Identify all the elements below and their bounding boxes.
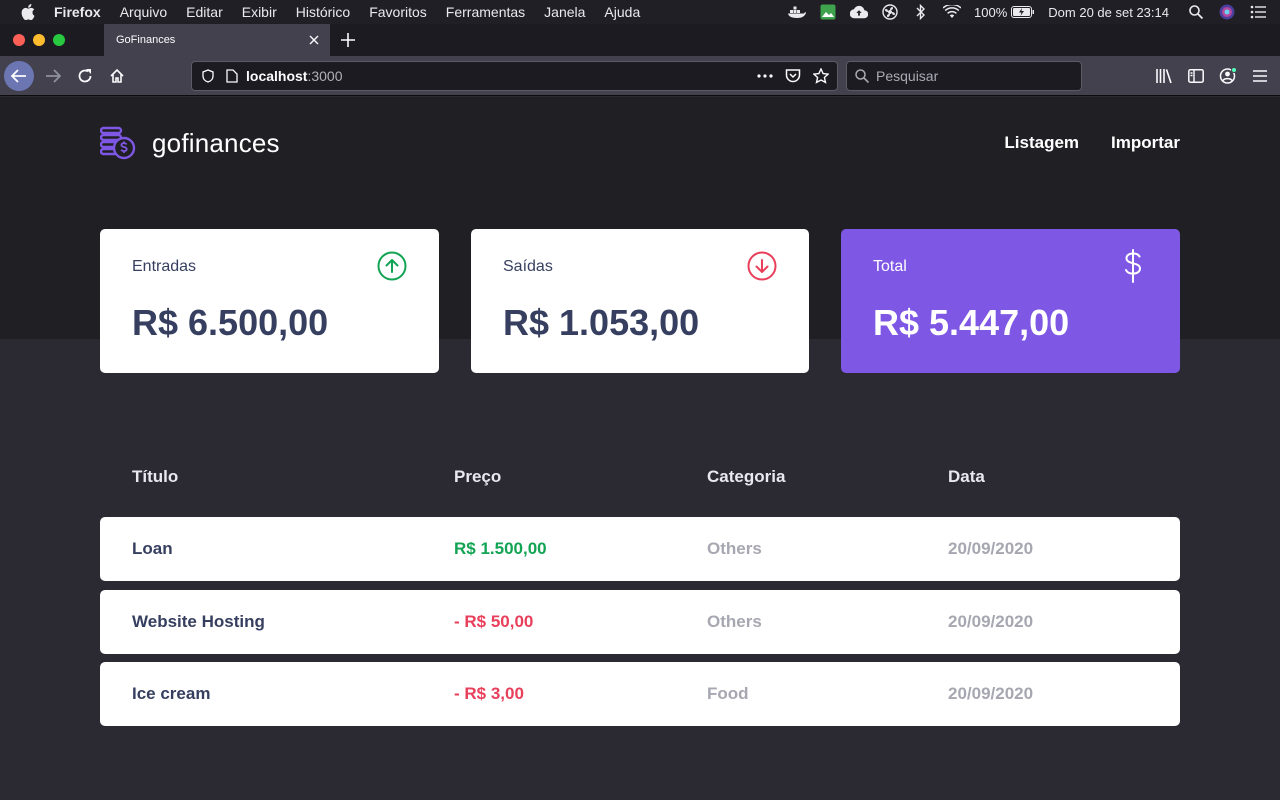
header-data: Data bbox=[948, 467, 985, 486]
bluetooth-icon[interactable] bbox=[912, 4, 930, 20]
row-price: R$ 1.500,00 bbox=[454, 539, 547, 558]
logo-wordmark: gofinances bbox=[152, 127, 280, 158]
arrow-down-circle-icon bbox=[747, 251, 777, 281]
battery-percent: 100% bbox=[974, 4, 1008, 20]
sidebar-icon[interactable] bbox=[1184, 64, 1208, 88]
table-row: Loan R$ 1.500,00 Others 20/09/2020 bbox=[100, 517, 1180, 581]
outcome-card: Saídas R$ 1.053,00 bbox=[471, 229, 809, 373]
app-menu-icon[interactable] bbox=[1248, 64, 1272, 88]
total-card-value: R$ 5.447,00 bbox=[873, 302, 1070, 343]
page-actions-icon[interactable] bbox=[755, 67, 775, 85]
row-price: - R$ 50,00 bbox=[454, 612, 534, 631]
header-preco: Preço bbox=[454, 467, 502, 486]
window-close-button[interactable] bbox=[13, 34, 25, 46]
row-title: Ice cream bbox=[132, 684, 211, 703]
row-title: Loan bbox=[132, 539, 173, 558]
spotlight-search-icon[interactable] bbox=[1187, 4, 1205, 20]
menu-arquivo[interactable]: Arquivo bbox=[120, 4, 167, 20]
pocket-icon[interactable] bbox=[783, 67, 803, 85]
table-row: Ice cream - R$ 3,00 Food 20/09/2020 bbox=[100, 662, 1180, 726]
menu-ferramentas[interactable]: Ferramentas bbox=[446, 4, 525, 20]
control-center-icon[interactable] bbox=[1249, 4, 1267, 20]
search-icon bbox=[854, 68, 870, 84]
menu-exibir[interactable]: Exibir bbox=[242, 4, 277, 20]
row-price: - R$ 3,00 bbox=[454, 684, 524, 703]
macos-menu-bar: Firefox Arquivo Editar Exibir Histórico … bbox=[0, 0, 1280, 24]
menu-clock[interactable]: Dom 20 de set 23:14 bbox=[1048, 5, 1169, 20]
total-card-label: Total bbox=[873, 258, 907, 275]
income-card-value: R$ 6.500,00 bbox=[132, 302, 329, 343]
table-row: Website Hosting - R$ 50,00 Others 20/09/… bbox=[100, 590, 1180, 654]
menu-historico[interactable]: Histórico bbox=[296, 4, 350, 20]
nav-importar-link[interactable]: Importar bbox=[1111, 133, 1180, 153]
battery-icon[interactable] bbox=[1011, 4, 1035, 20]
nav-listagem-link[interactable]: Listagem bbox=[1004, 133, 1079, 153]
search-bar[interactable]: Pesquisar bbox=[846, 61, 1082, 91]
menu-janela[interactable]: Janela bbox=[544, 4, 585, 20]
library-icon[interactable] bbox=[1152, 64, 1176, 88]
menu-ajuda[interactable]: Ajuda bbox=[604, 4, 640, 20]
top-navigation: Listagem Importar bbox=[972, 133, 1180, 153]
arrow-up-circle-icon bbox=[377, 251, 407, 281]
account-icon[interactable] bbox=[1216, 64, 1240, 88]
header-titulo: Título bbox=[132, 467, 179, 486]
fan-icon[interactable] bbox=[881, 4, 899, 20]
home-button[interactable] bbox=[102, 61, 132, 91]
total-card: Total R$ 5.447,00 bbox=[841, 229, 1180, 373]
browser-tab-active[interactable]: GoFinances bbox=[104, 24, 330, 56]
window-zoom-button[interactable] bbox=[53, 34, 65, 46]
row-category: Others bbox=[707, 539, 762, 558]
back-button[interactable] bbox=[4, 61, 34, 91]
reload-button[interactable] bbox=[70, 61, 100, 91]
window-minimize-button[interactable] bbox=[33, 34, 45, 46]
header-categoria: Categoria bbox=[707, 467, 786, 486]
menu-app-name[interactable]: Firefox bbox=[54, 4, 101, 20]
tab-title: GoFinances bbox=[116, 34, 176, 46]
url-host: localhost bbox=[246, 68, 308, 84]
forward-button[interactable] bbox=[38, 61, 68, 91]
row-date: 20/09/2020 bbox=[948, 612, 1034, 631]
docker-icon[interactable] bbox=[788, 4, 807, 20]
wifi-icon[interactable] bbox=[943, 4, 962, 20]
tracking-protection-shield-icon[interactable] bbox=[200, 68, 216, 84]
transactions-table-header: Título Preço Categoria Data bbox=[100, 467, 1180, 489]
browser-tab-bar: GoFinances bbox=[0, 24, 1280, 56]
row-category: Others bbox=[707, 612, 762, 631]
coins-logo-icon bbox=[99, 126, 136, 160]
bookmark-star-icon[interactable] bbox=[811, 67, 831, 85]
address-bar[interactable]: localhost:3000 bbox=[191, 61, 838, 91]
row-date: 20/09/2020 bbox=[948, 684, 1034, 703]
page-info-icon[interactable] bbox=[224, 68, 240, 84]
row-category: Food bbox=[707, 684, 749, 703]
siri-icon[interactable] bbox=[1218, 4, 1236, 20]
row-date: 20/09/2020 bbox=[948, 539, 1034, 558]
menu-favoritos[interactable]: Favoritos bbox=[369, 4, 427, 20]
outcome-card-value: R$ 1.053,00 bbox=[503, 302, 700, 343]
tab-close-icon[interactable] bbox=[306, 32, 322, 48]
url-port: :3000 bbox=[307, 68, 343, 84]
browser-navigation-bar: localhost:3000 Pesquisar bbox=[0, 56, 1280, 96]
dollar-sign-icon bbox=[1118, 249, 1148, 283]
app-logo[interactable]: gofinances bbox=[99, 126, 280, 160]
web-page: gofinances Listagem Importar Entradas R$… bbox=[0, 97, 1280, 800]
menu-editar[interactable]: Editar bbox=[186, 4, 223, 20]
outcome-card-label: Saídas bbox=[503, 258, 553, 275]
row-title: Website Hosting bbox=[132, 612, 265, 631]
income-card-label: Entradas bbox=[132, 258, 197, 275]
cloud-upload-icon[interactable] bbox=[850, 4, 869, 20]
image-app-icon[interactable] bbox=[819, 4, 837, 20]
search-placeholder: Pesquisar bbox=[876, 68, 939, 84]
new-tab-button[interactable] bbox=[338, 30, 358, 50]
apple-icon[interactable] bbox=[20, 4, 36, 20]
income-card: Entradas R$ 6.500,00 bbox=[100, 229, 439, 373]
url-text: localhost:3000 bbox=[246, 68, 343, 84]
